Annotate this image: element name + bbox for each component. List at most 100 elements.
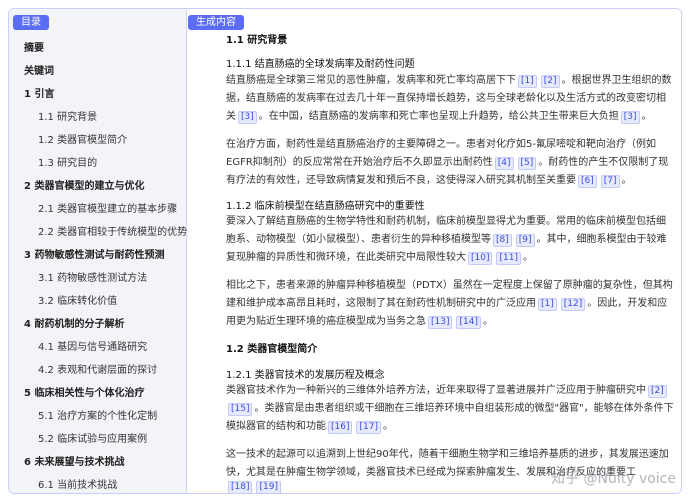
citation-link[interactable]: [10]: [468, 252, 493, 265]
text-run: 在治疗方面，耐药性是结直肠癌治疗的主要障碍之一。患者对化疗如5-氟尿嘧啶和靶向治…: [226, 139, 656, 150]
paragraph-line: [18] [19]: [226, 481, 283, 493]
citation-link[interactable]: [3]: [238, 111, 257, 124]
paragraph-line: 结直肠癌是全球第三常见的恶性肿瘤，发病率和死亡率均高居下下 [1] [2] 。根据世界…: [226, 71, 672, 88]
text-run: 类器官技术作为一种新兴的三维体外培养方法，近年来取得了显著进展并广泛应用于肿瘤研…: [226, 385, 646, 396]
text-run: 这一技术的起源可以追溯到上世纪90年代，随着干细胞生物学和三维培养基质的进步，其…: [226, 449, 669, 460]
paragraph-line: [15] 。类器官是由患者组织或干细胞在三维培养环境中自组装形成的微型"器官"，能…: [226, 399, 674, 416]
toc-item[interactable]: 2.2 类器官相较于传统模型的优势: [38, 223, 187, 238]
text-run: 。其中，细胞系模型由于较难: [536, 234, 667, 245]
paragraph-line: 模拟器官的结构和功能 [16] [17]。: [226, 417, 393, 434]
paragraph-line: 建和维护成本高昂且耗时，这限制了其在耐药性机制研究中的广泛应用 [1] [12] 。因…: [226, 294, 667, 311]
text-run: 有疗法的有效性，还导致病情复发和预后不良，这使得深入研究其机制至关重要: [226, 175, 576, 186]
paragraph-line: 关 [3] 。在中国，结直肠癌的发病率和死亡率也呈现上升趋势，给公共卫生带来巨大负担…: [226, 107, 652, 124]
text-run: 1.1 研究背景: [226, 35, 288, 46]
subsection-heading: 1.2.1 类器官技术的发展历程及概念: [226, 366, 385, 381]
citation-link[interactable]: [2]: [540, 75, 560, 88]
citation-link[interactable]: [7]: [600, 175, 620, 188]
text-run: 。: [382, 421, 393, 432]
text-run: 模拟器官的结构和功能: [226, 421, 326, 432]
paragraph-line: 胞系、动物模型（如小鼠模型）、患者衍生的异种移植模型等 [8] [9] 。其中，细胞系…: [226, 230, 667, 247]
text-run: 关: [226, 111, 236, 122]
text-run: 。因此，开发和应: [587, 298, 668, 309]
text-run: 。耐药性的产生不仅限制了现: [538, 157, 669, 168]
citation-link[interactable]: [2]: [648, 385, 667, 398]
toc-tag: 目录: [13, 15, 49, 30]
paragraph-line: EGFR抑制剂）的反应常常在开始治疗后不久即显示出耐药性 [4] [5] 。耐药性的产…: [226, 153, 668, 170]
app-window: 目录 摘要关键词 1 引言 1.1 研究背景 1.2 类器官模型简介 1.3 研究目的 2…: [8, 8, 682, 494]
citation-link[interactable]: [11]: [496, 252, 521, 265]
toc-item[interactable]: 1.1 研究背景: [38, 108, 97, 123]
toc-item[interactable]: 2 类器官模型的建立与优化: [24, 177, 144, 192]
toc-item[interactable]: 3.2 临床转化价值: [38, 292, 117, 307]
citation-link[interactable]: [5]: [517, 157, 537, 170]
citation-link[interactable]: [1]: [518, 75, 537, 88]
citation-link[interactable]: [4]: [494, 157, 514, 170]
text-run: 。: [641, 111, 652, 122]
citation-link[interactable]: [6]: [578, 175, 597, 188]
text-run: 。根据世界卫生组织的数: [561, 75, 672, 86]
text-run: 。: [621, 175, 632, 186]
toc-item[interactable]: 4.2 表观和代谢层面的探讨: [38, 361, 157, 376]
text-run: 1.1.2 临床前模型在结直肠癌研究中的重要性: [226, 201, 425, 212]
citation-link[interactable]: [13]: [428, 316, 453, 329]
text-run: 复现肿瘤的异质性和微环境，在此类研究中局限性较大: [226, 252, 466, 263]
citation-link[interactable]: [1]: [538, 298, 557, 311]
citation-link[interactable]: [17]: [356, 421, 381, 434]
toc-item[interactable]: 5 临床相关性与个体化治疗: [24, 384, 144, 399]
paragraph-line: 类器官技术作为一种新兴的三维体外培养方法，近年来取得了显著进展并广泛应用于肿瘤研…: [226, 381, 669, 398]
text-run: 建和维护成本高昂且耗时，这限制了其在耐药性机制研究中的广泛应用: [226, 298, 536, 309]
paragraph-line: 这一技术的起源可以追溯到上世纪90年代，随着干细胞生物学和三维培养基质的进步，其…: [226, 445, 669, 460]
text-run: 相比之下，患者来源的肿瘤异种移植模型（PDTX）虽然在一定程度上保留了原肿瘤的复…: [226, 280, 673, 291]
paragraph-line: 用更为贴近生理环境的癌症模型成为当务之急 [13] [14]。: [226, 312, 493, 329]
toc-item[interactable]: 摘要: [24, 39, 44, 54]
toc-item[interactable]: 1 引言: [24, 85, 54, 100]
text-run: 据，结直肠癌的发病率在过去几十年一直保持增长趋势，这与全球老龄化以及生活方式的改…: [226, 93, 666, 104]
citation-link[interactable]: [9]: [515, 234, 535, 247]
text-run: 1.1.1 结直肠癌的全球发病率及耐药性问题: [226, 59, 415, 70]
toc-item[interactable]: 4.1 基因与信号通路研究: [38, 338, 147, 353]
text-run: 胞系、动物模型（如小鼠模型）、患者衍生的异种移植模型等: [226, 234, 491, 245]
toc-item[interactable]: 2.1 类器官模型建立的基本步骤: [38, 200, 177, 215]
section-heading: 1.1 研究背景: [226, 31, 287, 46]
subsection-heading: 1.1.2 临床前模型在结直肠癌研究中的重要性: [226, 197, 425, 212]
toc-item[interactable]: 5.2 临床试验与应用案例: [38, 430, 147, 445]
toc-item[interactable]: 6 未来展望与技术挑战: [24, 453, 124, 468]
content-tag: 生成内容: [188, 15, 244, 30]
toc-item[interactable]: 1.2 类器官模型简介: [38, 131, 127, 146]
paragraph-line: 复现肿瘤的异质性和微环境，在此类研究中局限性较大 [10] [11]。: [226, 248, 533, 265]
generated-content-panel: 生成内容 1.1 研究背景 1.1.1 结直肠癌的全球发病率及耐药性问题 结直肠癌是…: [188, 9, 681, 493]
citation-link[interactable]: [8]: [493, 234, 512, 247]
paragraph-line: 要深入了解结直肠癌的生物学特性和耐药机制，临床前模型显得尤为重要。常用的临床前模…: [226, 212, 666, 227]
toc-item[interactable]: 6.1 当前技术挑战: [38, 476, 117, 491]
citation-link[interactable]: [16]: [328, 421, 353, 434]
citation-link[interactable]: [3]: [620, 111, 640, 124]
toc-item[interactable]: 3 药物敏感性测试与耐药性预测: [24, 246, 164, 261]
text-run: 1.2 类器官模型简介: [226, 344, 318, 355]
paragraph-line: 据，结直肠癌的发病率在过去几十年一直保持增长趋势，这与全球老龄化以及生活方式的改…: [226, 89, 666, 104]
toc-item[interactable]: 3.1 药物敏感性测试方法: [38, 269, 147, 284]
paragraph-line: 有疗法的有效性，还导致病情复发和预后不良，这使得深入研究其机制至关重要 [6] [7…: [226, 171, 632, 188]
text-run: 用更为贴近生理环境的癌症模型成为当务之急: [226, 316, 426, 327]
toc-item[interactable]: 1.3 研究目的: [38, 154, 97, 169]
citation-link[interactable]: [18]: [228, 481, 253, 493]
paragraph-line: 在治疗方面，耐药性是结直肠癌治疗的主要障碍之一。患者对化疗如5-氟尿嘧啶和靶向治…: [226, 135, 656, 150]
text-run: 要深入了解结直肠癌的生物学特性和耐药机制，临床前模型显得尤为重要。常用的临床前模…: [226, 216, 666, 227]
text-run: 1.2.1 类器官技术的发展历程及概念: [226, 370, 385, 381]
text-run: 。类器官是由患者组织或干细胞在三维培养环境中自组装形成的微型"器官"，能够在体外…: [254, 403, 674, 414]
paragraph-line: 相比之下，患者来源的肿瘤异种移植模型（PDTX）虽然在一定程度上保留了原肿瘤的复…: [226, 276, 673, 291]
citation-link[interactable]: [15]: [228, 403, 253, 416]
citation-link[interactable]: [12]: [560, 298, 586, 311]
toc-item[interactable]: 5.1 治疗方案的个性化定制: [38, 407, 157, 422]
watermark: 知乎 @Nulty voice: [551, 471, 676, 487]
toc-sidebar: 目录 摘要关键词 1 引言 1.1 研究背景 1.2 类器官模型简介 1.3 研究目的 2…: [9, 9, 187, 493]
text-run: 。在中国，结直肠癌的发病率和死亡率也呈现上升趋势，给公共卫生带来巨大负担: [258, 111, 619, 122]
subsection-heading: 1.1.1 结直肠癌的全球发病率及耐药性问题: [226, 55, 415, 70]
text-run: 结直肠癌是全球第三常见的恶性肿瘤，发病率和死亡率均高居下下: [226, 75, 516, 86]
toc-item[interactable]: 关键词: [24, 62, 54, 77]
text-run: EGFR抑制剂）的反应常常在开始治疗后不久即显示出耐药性: [226, 157, 493, 168]
text-run: 。: [522, 252, 533, 263]
toc-item[interactable]: 4 耐药机制的分子解析: [24, 315, 124, 330]
citation-link[interactable]: [14]: [456, 316, 481, 329]
text-run: 。: [482, 316, 493, 327]
citation-link[interactable]: [19]: [256, 481, 281, 493]
